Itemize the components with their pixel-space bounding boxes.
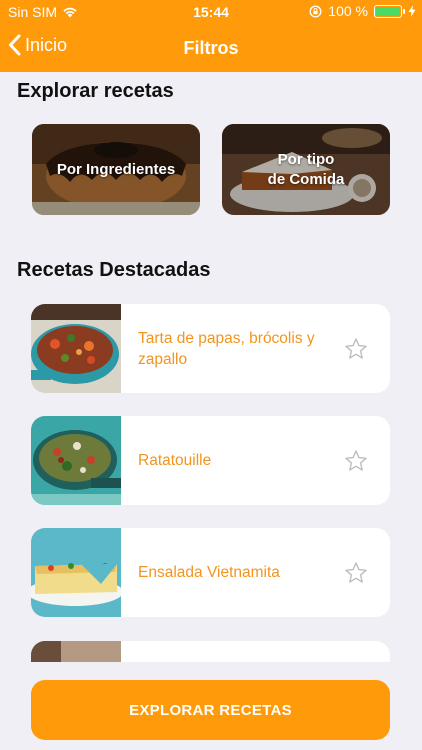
category-card-meal-type[interactable]: Por tipo de Comida [222, 124, 390, 215]
recipe-name: Ensalada Vietnamita [138, 564, 280, 581]
category-card-label: Por tipo de Comida [267, 150, 345, 188]
recipe-photo [31, 528, 121, 617]
back-label: Inicio [25, 34, 68, 55]
top-bar: Sin SIM 15:44 100 % Inicio Filtros [0, 0, 422, 72]
explore-section-title: Explorar recetas [17, 80, 174, 102]
status-right: 100 % [309, 3, 416, 19]
navigation-bar: Inicio Filtros [0, 28, 422, 68]
featured-section-title: Recetas Destacadas [17, 259, 211, 281]
recipe-photo [31, 304, 121, 393]
recipe-name: Ratatouille [138, 452, 212, 469]
chevron-left-icon [9, 34, 21, 56]
orientation-lock-icon [309, 4, 322, 18]
recipe-card[interactable]: Ensalada Vietnamita [31, 528, 390, 617]
category-card-label: Por Ingredientes [56, 160, 176, 178]
battery-icon [374, 4, 405, 18]
back-button[interactable]: Inicio [8, 34, 67, 56]
status-bar: Sin SIM 15:44 100 % [0, 0, 422, 24]
recipe-name: Tarta de papas, brócolis y zapallo [138, 329, 315, 368]
recipe-card[interactable]: Tarta de papas, brócolis y zapallo [31, 304, 390, 393]
category-card-ingredients[interactable]: Por Ingredientes [32, 124, 200, 215]
battery-percent: 100 % [328, 3, 368, 19]
explore-recipes-button[interactable]: EXPLORAR RECETAS [31, 680, 390, 740]
charging-bolt-icon [408, 5, 416, 17]
star-icon[interactable] [344, 449, 368, 473]
star-icon[interactable] [344, 337, 368, 361]
recipe-photo [31, 416, 121, 505]
recipe-card[interactable]: Ratatouille [31, 416, 390, 505]
star-icon[interactable] [344, 561, 368, 585]
